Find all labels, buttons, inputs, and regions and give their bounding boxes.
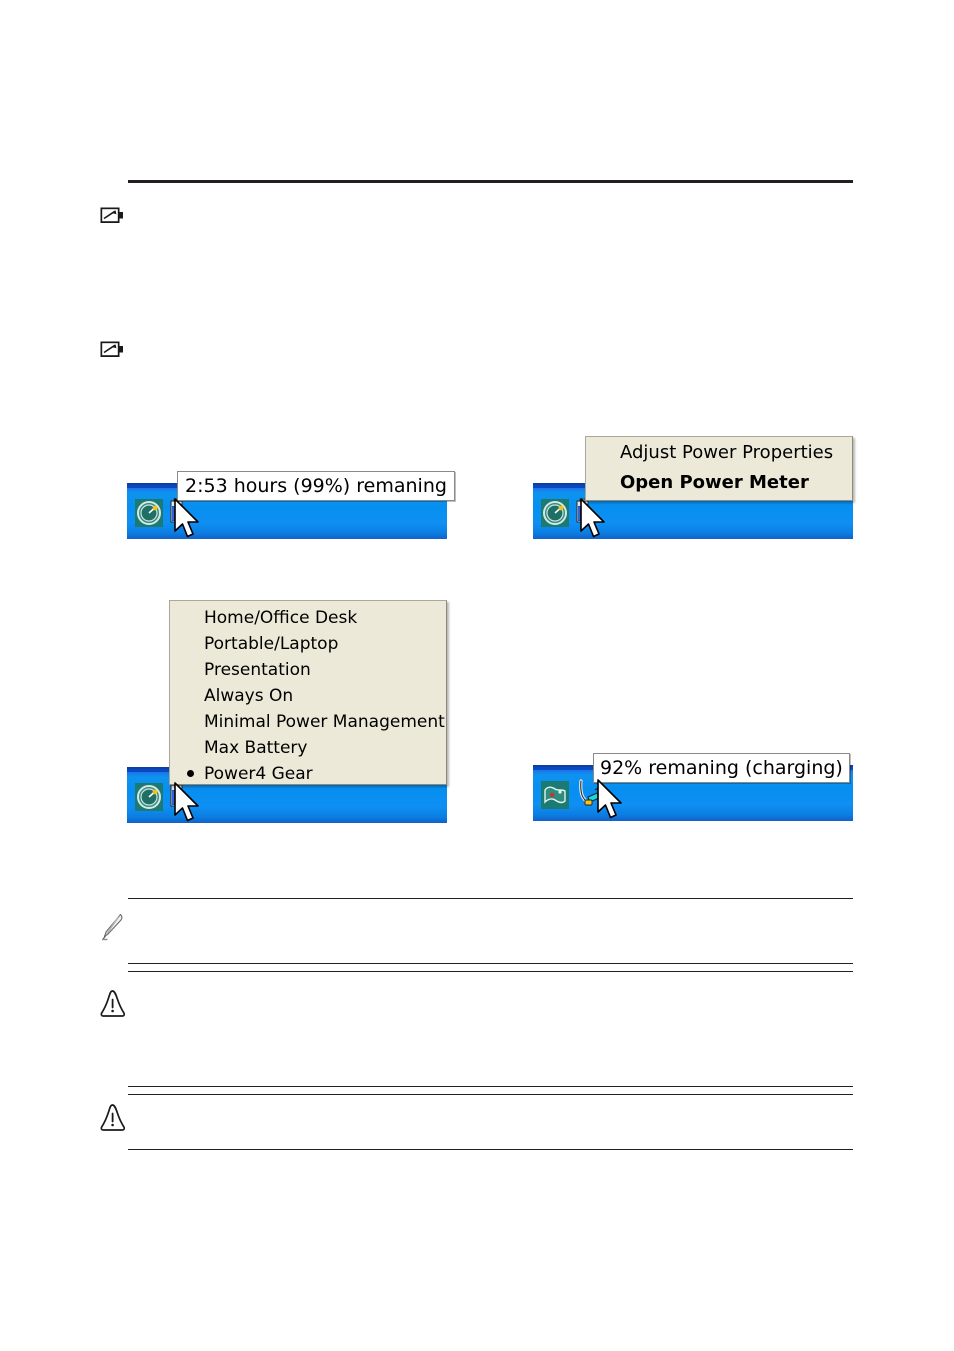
- power-meter-gauge-icon[interactable]: [541, 499, 569, 527]
- battery-status-tooltip: 2:53 hours (99%) remaning: [177, 471, 455, 501]
- battery-tray-icon[interactable]: [170, 498, 186, 524]
- important-note-icon: [99, 204, 125, 226]
- selected-radio-dot: [187, 770, 194, 777]
- menu-item-label: Portable/Laptop: [204, 634, 339, 654]
- menu-item-minimal-power-management[interactable]: Minimal Power Management: [170, 714, 446, 740]
- section-divider-top: [128, 180, 853, 183]
- menu-item-label: Adjust Power Properties: [620, 442, 834, 463]
- important-note-icon: [99, 338, 125, 360]
- tooltip-text: 92% remaning (charging): [600, 757, 843, 779]
- warning-box-1-bottom-rule: [128, 1086, 853, 1088]
- warning-box-1-top-rule: [128, 971, 853, 973]
- menu-item-home-office-desk[interactable]: Home/Office Desk: [170, 610, 446, 636]
- menu-item-label: Home/Office Desk: [204, 608, 358, 628]
- note-box-top-rule: [128, 898, 853, 900]
- battery-tray-icon[interactable]: [576, 498, 592, 524]
- note-box-bottom-rule: [128, 963, 853, 965]
- menu-item-open-power-meter[interactable]: Open Power Meter: [586, 474, 852, 498]
- menu-item-portable-laptop[interactable]: Portable/Laptop: [170, 636, 446, 662]
- power-schemes-menu-figure: Home/Office Desk Portable/Laptop Present…: [127, 600, 447, 823]
- menu-item-label: Presentation: [204, 660, 311, 680]
- menu-item-label: Max Battery: [204, 738, 308, 758]
- menu-item-presentation[interactable]: Presentation: [170, 662, 446, 688]
- battery-status-tooltip-figure: 2:53 hours (99%) remaning: [127, 471, 455, 539]
- menu-item-label: Open Power Meter: [620, 472, 809, 493]
- menu-item-always-on[interactable]: Always On: [170, 688, 446, 714]
- warning-box-2-bottom-rule: [128, 1149, 853, 1151]
- power-plug-charging-icon[interactable]: [575, 779, 601, 809]
- pencil-note-icon: [101, 913, 125, 943]
- power-schemes-menu[interactable]: Home/Office Desk Portable/Laptop Present…: [169, 600, 447, 785]
- battery-right-click-menu-figure: Adjust Power Properties Open Power Meter: [533, 436, 853, 539]
- power-meter-gauge-icon[interactable]: [135, 499, 163, 527]
- menu-item-max-battery[interactable]: Max Battery: [170, 740, 446, 766]
- warning-triangle-icon: [99, 1102, 127, 1134]
- menu-item-adjust-power-properties[interactable]: Adjust Power Properties: [586, 444, 852, 468]
- power-meter-gauge-icon[interactable]: [135, 783, 163, 811]
- menu-item-label: Always On: [204, 686, 294, 706]
- warning-triangle-icon: [99, 988, 127, 1020]
- charging-status-tooltip: 92% remaning (charging): [593, 753, 850, 783]
- network-map-tray-icon[interactable]: [541, 781, 569, 809]
- battery-context-menu[interactable]: Adjust Power Properties Open Power Meter: [585, 436, 853, 501]
- menu-item-label: Minimal Power Management: [204, 712, 445, 732]
- warning-box-2-top-rule: [128, 1094, 853, 1096]
- menu-item-label: Power4 Gear: [204, 764, 313, 784]
- menu-item-power4-gear[interactable]: Power4 Gear: [170, 766, 446, 792]
- charging-status-tooltip-figure: 92% remaning (charging): [533, 753, 853, 821]
- tooltip-text: 2:53 hours (99%) remaning: [185, 475, 447, 497]
